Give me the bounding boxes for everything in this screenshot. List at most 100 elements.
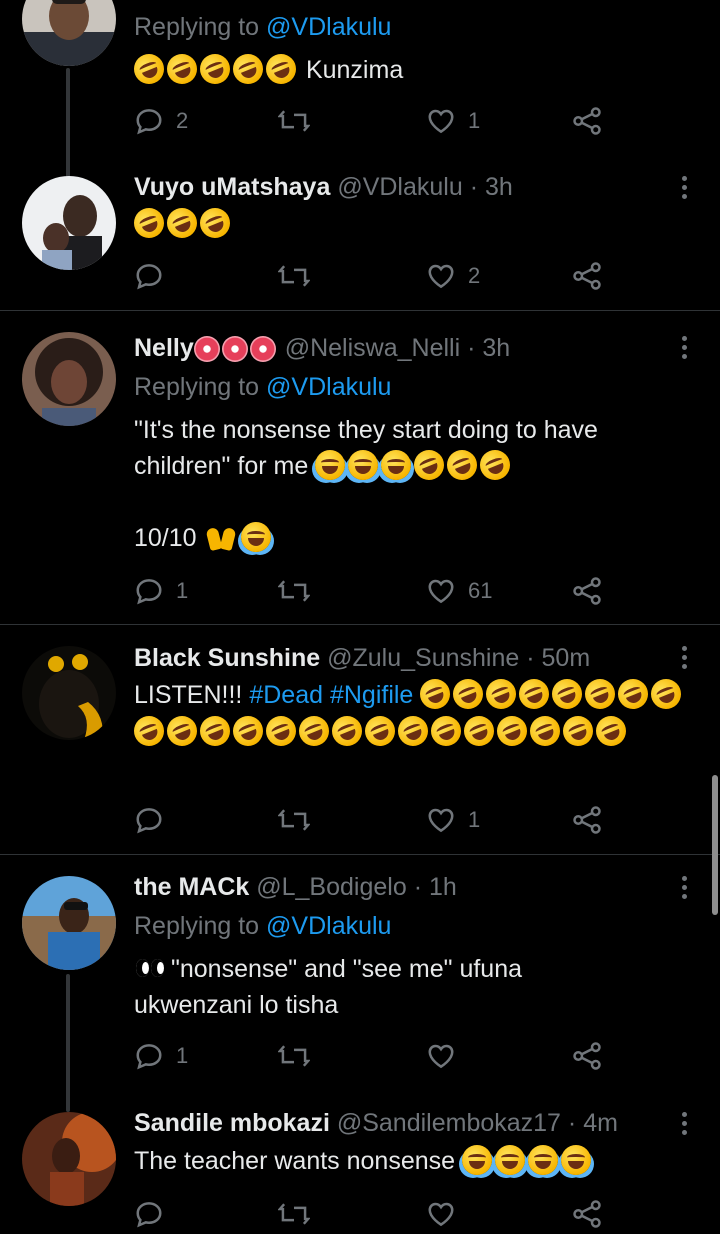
display-name[interactable]: Black Sunshine (134, 644, 320, 672)
mention-link[interactable]: @VDlakulu (266, 912, 391, 940)
tears-of-joy-emoji-icon (495, 1145, 525, 1175)
more-icon-dot (682, 1121, 687, 1126)
more-button[interactable] (672, 1110, 696, 1140)
mention-link[interactable]: @VDlakulu (266, 373, 391, 401)
replying-to-label: Replying to (134, 373, 267, 401)
rofl-emoji-icon (162, 49, 202, 89)
hashtag-link[interactable]: #Dead (249, 681, 323, 709)
share-button[interactable] (572, 101, 602, 141)
replying-to: Replying to @VDlakulu (134, 10, 391, 44)
share-button[interactable] (572, 1036, 602, 1076)
tweet-header: Black Sunshine @Zulu_Sunshine · 50m (134, 640, 590, 676)
rofl-emoji-icon (393, 711, 433, 751)
tears-of-joy-emoji-icon (381, 450, 412, 480)
reply-button[interactable] (134, 1194, 164, 1234)
share-icon (573, 107, 601, 135)
tweet-text-line: ukwenzani lo tisha (134, 991, 339, 1019)
avatar[interactable] (22, 0, 116, 66)
tweet-text-content: 10/10 (134, 524, 197, 552)
rofl-emoji-icon (129, 49, 169, 89)
like-button[interactable]: 2 (426, 256, 480, 296)
share-button[interactable] (572, 1194, 602, 1234)
rofl-emoji-icon (547, 674, 587, 714)
more-icon-dot (682, 894, 687, 899)
timestamp[interactable]: 4m (583, 1109, 618, 1137)
user-handle[interactable]: @VDlakulu (337, 173, 462, 201)
share-icon (573, 1200, 601, 1228)
retweet-icon (278, 1045, 310, 1067)
display-name[interactable]: Sandile mbokazi (134, 1109, 330, 1137)
share-button[interactable] (572, 571, 602, 611)
avatar[interactable] (22, 876, 116, 970)
heart-icon (428, 1202, 454, 1227)
raising-hands-emoji-icon (204, 522, 238, 552)
share-icon (573, 1042, 601, 1070)
reply-button[interactable]: 1 (134, 1036, 188, 1076)
reply-button[interactable] (134, 256, 176, 296)
rofl-emoji-icon (129, 203, 169, 243)
like-button[interactable] (426, 1194, 456, 1234)
tweet-actions: 2 1 (134, 101, 614, 141)
more-button[interactable] (672, 174, 696, 204)
like-count: 1 (468, 807, 481, 832)
display-name[interactable]: Vuyo uMatshaya (134, 173, 330, 201)
retweet-button[interactable] (278, 101, 322, 141)
rofl-emoji-icon (514, 674, 554, 714)
sparkle-emoji-icon (193, 336, 220, 362)
thread-line (66, 974, 70, 1112)
avatar-photo (22, 332, 116, 426)
display-name[interactable]: Nelly (134, 334, 278, 362)
rofl-emoji-icon (195, 203, 235, 243)
avatar[interactable] (22, 332, 116, 426)
retweet-icon (278, 1203, 310, 1225)
user-handle[interactable]: @L_Bodigelo (256, 873, 407, 901)
retweet-button[interactable] (278, 256, 322, 296)
retweet-icon (278, 110, 310, 132)
rofl-emoji-icon (646, 674, 686, 714)
timestamp[interactable]: 50m (542, 644, 591, 672)
display-name[interactable]: the MACk (134, 873, 249, 901)
reply-button[interactable] (134, 800, 176, 840)
timestamp[interactable]: 3h (485, 173, 513, 201)
timestamp[interactable]: 3h (482, 334, 510, 362)
avatar-photo (22, 646, 116, 740)
like-button[interactable]: 61 (426, 571, 492, 611)
tweet-text: "nonsense" and "see me" ufuna ukwenzani … (134, 951, 702, 1023)
reply-button[interactable]: 2 (134, 101, 188, 141)
rofl-emoji-icon (195, 711, 235, 751)
like-button[interactable]: 1 (426, 800, 480, 840)
avatar[interactable] (22, 646, 116, 740)
hashtag-link[interactable]: #Ngifile (330, 681, 413, 709)
avatar[interactable] (22, 176, 116, 270)
tears-of-joy-emoji-icon (240, 522, 271, 552)
user-handle[interactable]: @Neliswa_Nelli (285, 334, 460, 362)
retweet-icon (278, 265, 310, 287)
more-button[interactable] (672, 874, 696, 904)
timestamp[interactable]: 1h (429, 873, 457, 901)
like-count: 61 (468, 578, 493, 603)
retweet-button[interactable] (278, 800, 322, 840)
retweet-button[interactable] (278, 1036, 322, 1076)
reply-button[interactable]: 1 (134, 571, 188, 611)
rofl-emoji-icon (409, 445, 449, 485)
user-handle[interactable]: @Zulu_Sunshine (327, 644, 519, 672)
share-icon (573, 577, 601, 605)
share-button[interactable] (572, 800, 602, 840)
more-button[interactable] (672, 334, 696, 364)
scrollbar-thumb[interactable] (712, 775, 718, 915)
heart-icon (428, 808, 454, 833)
tweet-text-content: Kunzima (305, 56, 404, 84)
retweet-button[interactable] (278, 571, 322, 611)
like-button[interactable]: 1 (426, 101, 480, 141)
tweet-text: "It's the nonsense they start doing to h… (134, 412, 702, 556)
like-count: 1 (468, 108, 481, 133)
more-button[interactable] (672, 644, 696, 674)
rofl-emoji-icon (195, 49, 235, 89)
retweet-button[interactable] (278, 1194, 310, 1234)
user-handle[interactable]: @Sandilembokaz17 (337, 1109, 561, 1137)
like-button[interactable] (426, 1036, 468, 1076)
mention-link[interactable]: @VDlakulu (266, 13, 391, 41)
tears-of-joy-emoji-icon (462, 1145, 492, 1175)
avatar[interactable] (22, 1112, 116, 1206)
share-button[interactable] (572, 256, 602, 296)
